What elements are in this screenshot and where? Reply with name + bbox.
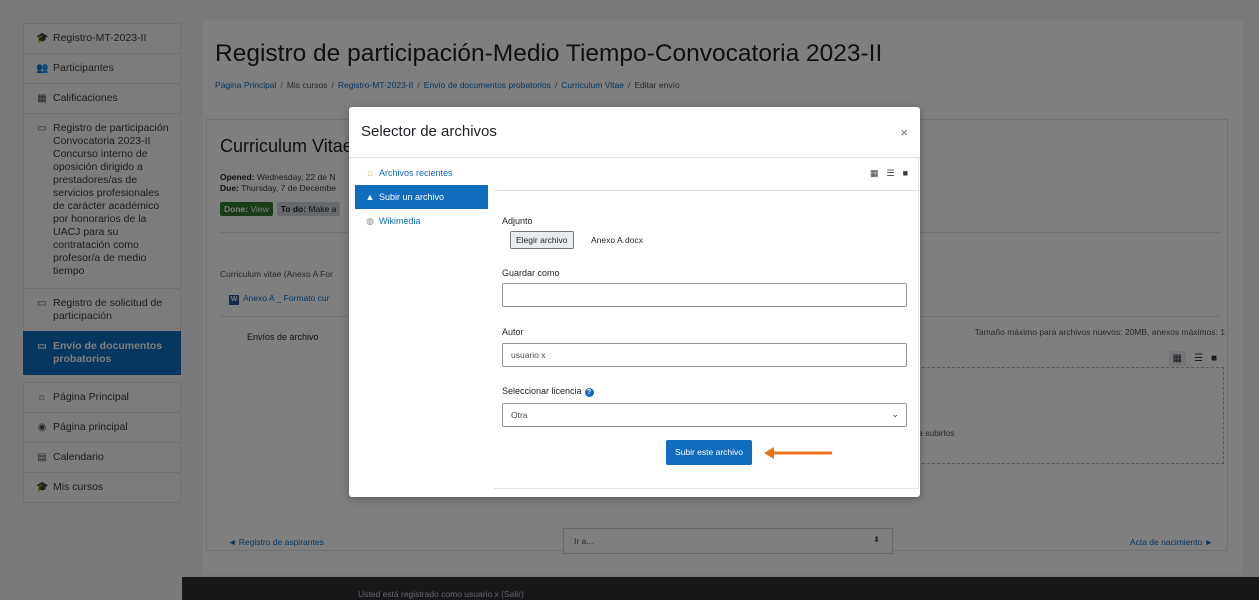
repo-recent-files[interactable]: ⌂ Archivos recientes xyxy=(355,161,488,185)
file-picker-dialog: Selector de archivos × ⌂ Archivos recien… xyxy=(349,107,920,497)
save-as-input[interactable] xyxy=(502,283,907,307)
upload-file-button[interactable]: Subir este archivo xyxy=(666,440,752,465)
close-icon[interactable]: × xyxy=(900,125,908,140)
list-view-icon[interactable]: ☰ xyxy=(886,168,894,179)
wikimedia-icon: ◍ xyxy=(366,215,374,226)
chevron-down-icon: ⌄ xyxy=(891,409,899,419)
repo-wikimedia[interactable]: ◍ Wikimedia xyxy=(355,209,488,233)
upload-icon: ▲ xyxy=(365,192,375,202)
grid-view-icon[interactable]: ▦ xyxy=(870,168,879,179)
attachment-label: Adjunto xyxy=(502,216,533,226)
choose-file-button[interactable]: Elegir archivo xyxy=(510,231,574,249)
picker-view-toolbar: ▦ ☰ ■ xyxy=(870,168,908,179)
repository-list: ⌂ Archivos recientes ▲ Subir un archivo … xyxy=(355,161,488,233)
annotation-arrow-icon xyxy=(764,447,832,459)
modal-header: Selector de archivos × xyxy=(349,107,920,158)
chosen-file-name: Anexo A.docx xyxy=(591,235,643,245)
modal-title: Selector de archivos xyxy=(361,123,497,140)
recent-files-icon: ⌂ xyxy=(367,168,373,178)
license-label: Seleccionar licencia? xyxy=(502,386,594,397)
help-icon[interactable]: ? xyxy=(584,388,594,397)
folder-view-icon[interactable]: ■ xyxy=(903,168,908,179)
page: 🎓 Registro-MT-2023-II 👥 Participantes ▦ … xyxy=(0,0,1259,600)
save-as-label: Guardar como xyxy=(502,268,560,278)
upload-panel: ▦ ☰ ■ Adjunto Elegir archivo Anexo A.doc… xyxy=(494,157,919,489)
repo-upload-file[interactable]: ▲ Subir un archivo xyxy=(355,185,488,209)
author-input[interactable]: usuario x xyxy=(502,343,907,367)
author-label: Autor xyxy=(502,327,524,337)
license-select[interactable]: Otra ⌄ xyxy=(502,403,907,427)
